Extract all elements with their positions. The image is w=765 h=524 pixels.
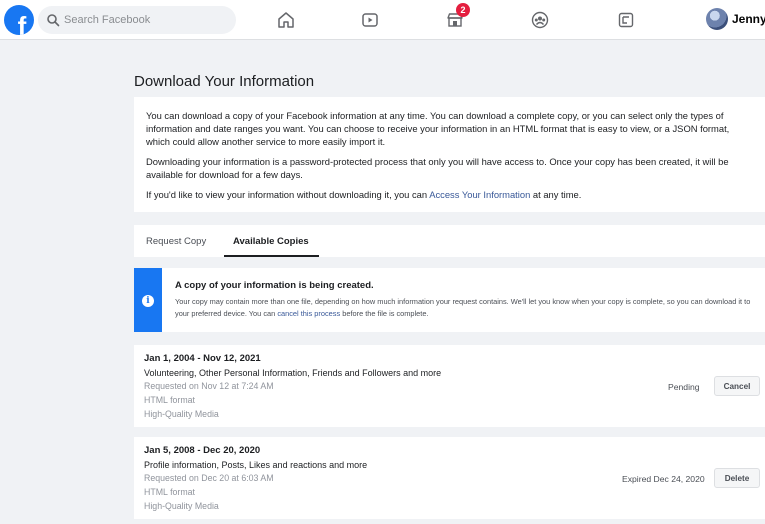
intro-paragraph-1: You can download a copy of your Facebook… bbox=[146, 110, 730, 147]
tab-request-copy[interactable]: Request Copy bbox=[146, 236, 206, 247]
home-icon bbox=[278, 12, 294, 28]
cancel-process-link[interactable]: cancel this process bbox=[277, 309, 340, 318]
copy-media-quality: High-Quality Media bbox=[144, 409, 219, 419]
notice-accent-bar: i bbox=[134, 268, 162, 332]
delete-button[interactable]: Delete bbox=[714, 468, 760, 488]
copy-requested-date: Requested on Nov 12 at 7:24 AM bbox=[144, 381, 274, 391]
copy-requested-date: Requested on Dec 20 at 6:03 AM bbox=[144, 473, 274, 483]
copy-categories: Volunteering, Other Personal Information… bbox=[144, 368, 442, 378]
notice-body: Your copy may contain more than one file… bbox=[175, 297, 751, 318]
nav-gaming[interactable] bbox=[612, 6, 640, 34]
facebook-logo[interactable]: f bbox=[4, 5, 34, 35]
intro-paragraph-3: If you'd like to view your information w… bbox=[146, 189, 582, 200]
info-notice: i A copy of your information is being cr… bbox=[134, 268, 765, 332]
page-title: Download Your Information bbox=[134, 73, 315, 90]
notification-badge: 2 bbox=[456, 3, 470, 17]
copy-format: HTML format bbox=[144, 487, 195, 497]
nav-watch[interactable] bbox=[356, 6, 384, 34]
tabs-bar: Request Copy Available Copies bbox=[134, 225, 765, 257]
groups-icon bbox=[531, 11, 549, 29]
nav-groups[interactable] bbox=[526, 6, 554, 34]
watch-icon bbox=[362, 13, 378, 27]
list-item: Jan 1, 2004 - Nov 12, 2021 Volunteering,… bbox=[134, 345, 765, 427]
copy-media-quality: High-Quality Media bbox=[144, 501, 219, 511]
copy-categories: Profile information, Posts, Likes and re… bbox=[144, 460, 368, 470]
search-box[interactable] bbox=[38, 6, 236, 34]
access-your-information-link[interactable]: Access Your Information bbox=[429, 189, 530, 200]
search-icon bbox=[47, 14, 60, 27]
intro-card: You can download a copy of your Facebook… bbox=[134, 97, 765, 212]
copy-format: HTML format bbox=[144, 395, 195, 405]
info-icon: i bbox=[142, 295, 154, 307]
list-item: Jan 5, 2008 - Dec 20, 2020 Profile infor… bbox=[134, 437, 765, 519]
copy-date-range: Jan 5, 2008 - Dec 20, 2020 bbox=[144, 445, 261, 456]
nav-marketplace[interactable]: 2 bbox=[441, 3, 470, 34]
top-nav-bar: f 2 bbox=[0, 0, 765, 40]
profile-name[interactable]: Jenny bbox=[732, 12, 765, 26]
cancel-button[interactable]: Cancel bbox=[714, 376, 760, 396]
copy-status: Pending bbox=[668, 382, 700, 392]
nav-home[interactable] bbox=[272, 6, 300, 34]
copy-status: Expired Dec 24, 2020 bbox=[622, 474, 705, 484]
gaming-icon bbox=[618, 12, 634, 28]
tab-available-copies[interactable]: Available Copies bbox=[233, 236, 309, 247]
avatar[interactable] bbox=[706, 8, 728, 30]
copy-date-range: Jan 1, 2004 - Nov 12, 2021 bbox=[144, 353, 261, 364]
intro-paragraph-2: Downloading your information is a passwo… bbox=[146, 156, 729, 180]
search-input[interactable] bbox=[64, 6, 229, 34]
active-tab-indicator bbox=[224, 255, 319, 257]
notice-title: A copy of your information is being crea… bbox=[175, 280, 374, 291]
